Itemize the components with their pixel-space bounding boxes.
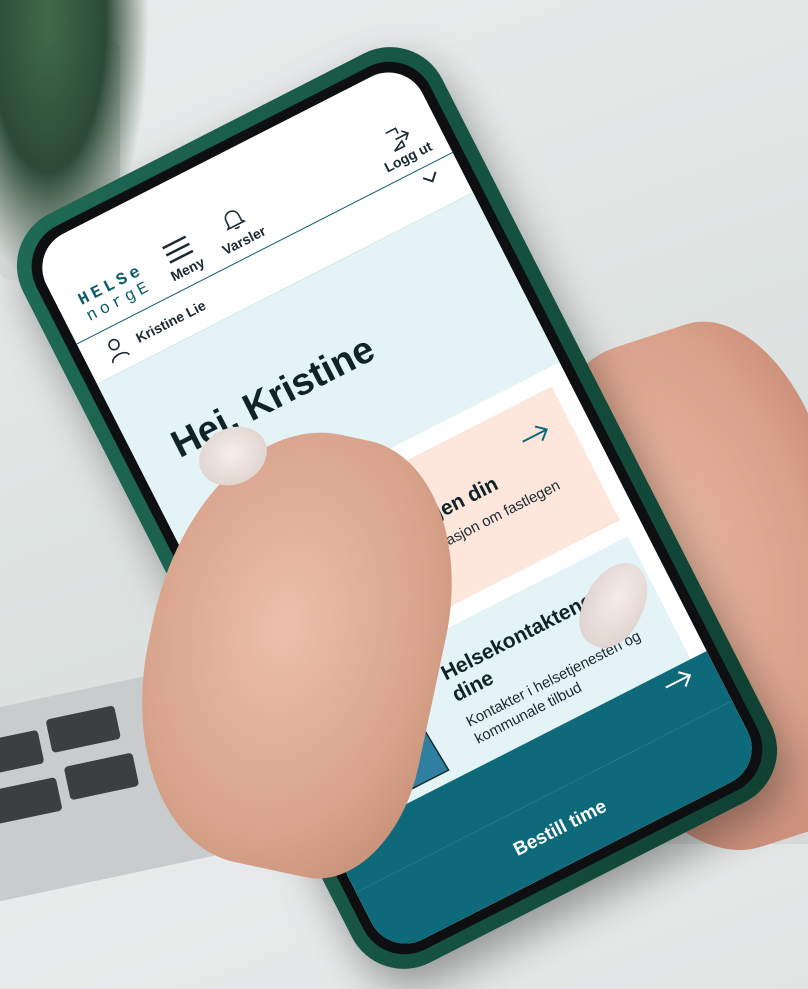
book-appointment-label: Bestill time [510,795,611,861]
key [63,752,140,801]
key [45,705,122,754]
menu-button[interactable]: Meny [157,232,207,284]
alerts-button[interactable]: Varsler [207,198,268,258]
user-icon [108,338,131,364]
arrow-right-icon [522,425,549,443]
key [0,776,63,825]
key [0,729,45,778]
